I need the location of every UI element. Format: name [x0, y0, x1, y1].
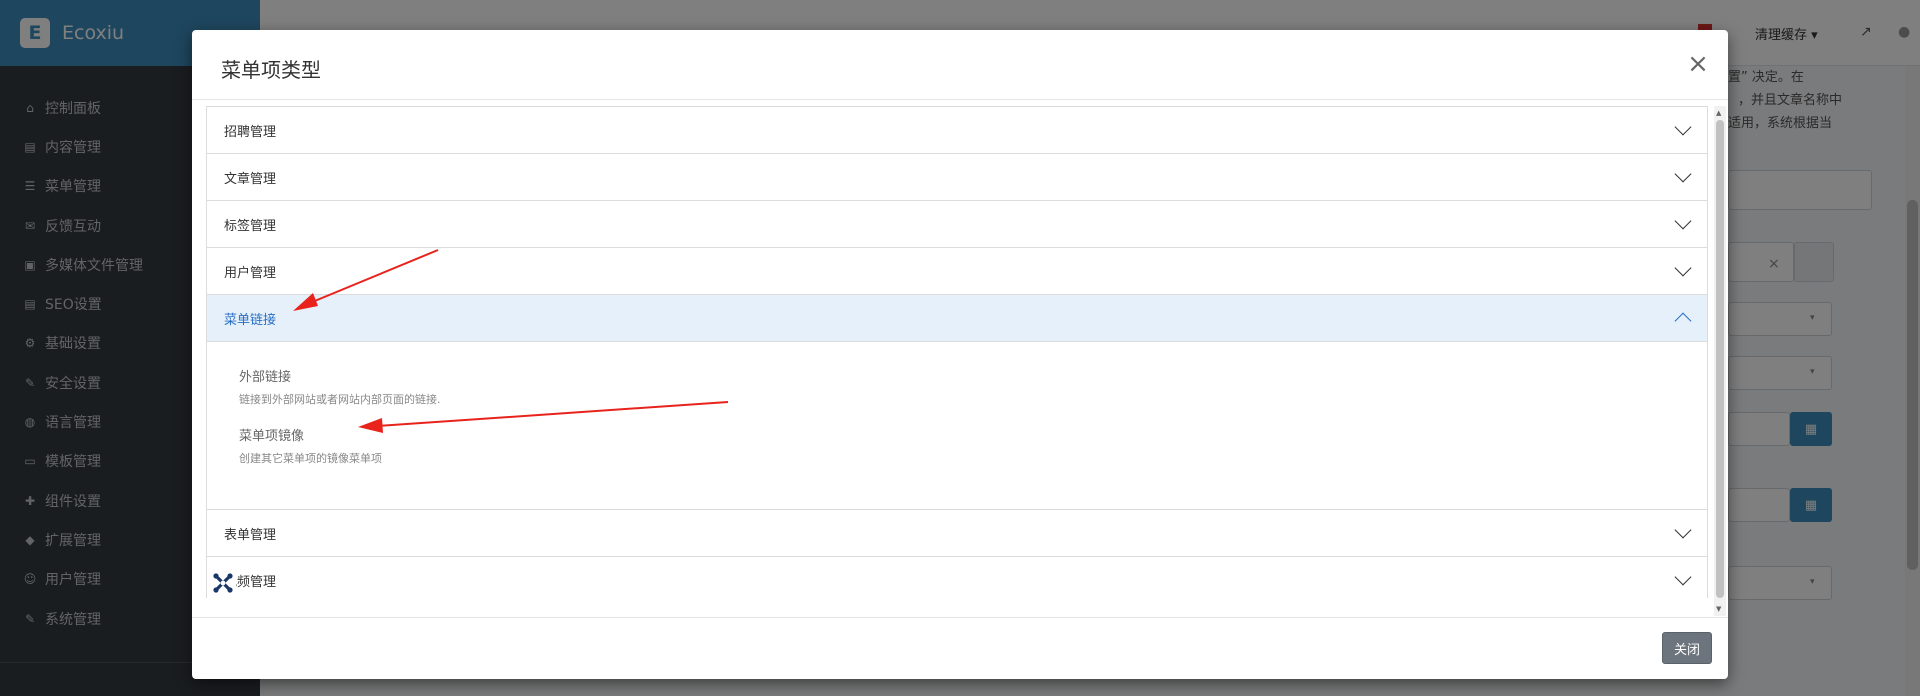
chevron-down-icon: [1674, 568, 1692, 586]
accordion-item-expanded: 菜单链接 外部链接 链接到外部网站或者网站内部页面的链接. 菜单项镜像 创建其它…: [206, 295, 1708, 510]
modal-header: 菜单项类型 ×: [192, 30, 1728, 100]
chevron-up-icon: [1674, 312, 1692, 330]
modal-footer: 关闭: [192, 617, 1728, 679]
accordion-item: 视频管理: [206, 557, 1708, 598]
accordion-header-menu-links[interactable]: 菜单链接: [207, 295, 1707, 341]
chevron-down-icon: [1674, 212, 1692, 230]
option-title[interactable]: 外部链接: [239, 366, 1707, 385]
option-description: 链接到外部网站或者网站内部页面的链接.: [239, 393, 441, 406]
accordion-label: 招聘管理: [224, 124, 277, 140]
option-title[interactable]: 菜单项镜像: [239, 425, 1707, 444]
menu-item-type-modal: 菜单项类型 × 招聘管理 文章管理 标签管理 用户管理 菜单链接 外部链接 链接…: [192, 30, 1728, 679]
chevron-down-icon: [1674, 259, 1692, 277]
modal-body: 招聘管理 文章管理 标签管理 用户管理 菜单链接 外部链接 链接到外部网站或者网…: [206, 106, 1708, 598]
modal-title: 菜单项类型: [221, 58, 321, 82]
chevron-down-icon: [1674, 118, 1692, 136]
modal-scrollbar-thumb[interactable]: [1716, 120, 1724, 598]
accordion-label: 表单管理: [224, 527, 277, 543]
accordion-item: 标签管理: [206, 201, 1708, 248]
accordion-item: 文章管理: [206, 154, 1708, 201]
close-icon[interactable]: ×: [1684, 49, 1712, 79]
joomla-icon[interactable]: [210, 570, 236, 596]
accordion-item: 招聘管理: [206, 106, 1708, 154]
accordion-header-articles[interactable]: 文章管理: [207, 154, 1707, 200]
accordion-header-videos[interactable]: 视频管理: [207, 557, 1707, 598]
menu-type-option-menu-alias[interactable]: 菜单项镜像 创建其它菜单项的镜像菜单项: [239, 425, 1707, 466]
scroll-up-arrow-icon[interactable]: ▲: [1716, 109, 1721, 117]
scroll-down-arrow-icon[interactable]: ▼: [1716, 605, 1721, 613]
accordion-label: 用户管理: [224, 265, 277, 281]
accordion-header-forms[interactable]: 表单管理: [207, 510, 1707, 556]
accordion-header-tags[interactable]: 标签管理: [207, 201, 1707, 247]
modal-scrollbar[interactable]: ▲ ▼: [1714, 106, 1726, 616]
accordion-item: 用户管理: [206, 248, 1708, 295]
menu-type-option-external-link[interactable]: 外部链接 链接到外部网站或者网站内部页面的链接.: [239, 366, 1707, 407]
accordion-panel: 外部链接 链接到外部网站或者网站内部页面的链接. 菜单项镜像 创建其它菜单项的镜…: [207, 341, 1707, 509]
accordion-header-users[interactable]: 用户管理: [207, 248, 1707, 294]
accordion-label: 文章管理: [224, 171, 277, 187]
accordion-label: 标签管理: [224, 218, 277, 234]
accordion-item: 表单管理: [206, 510, 1708, 557]
close-button[interactable]: 关闭: [1662, 632, 1712, 664]
option-description: 创建其它菜单项的镜像菜单项: [239, 452, 382, 465]
chevron-down-icon: [1674, 165, 1692, 183]
accordion-label: 菜单链接: [224, 312, 277, 328]
chevron-down-icon: [1674, 521, 1692, 539]
accordion-header-recruitment[interactable]: 招聘管理: [207, 107, 1707, 153]
